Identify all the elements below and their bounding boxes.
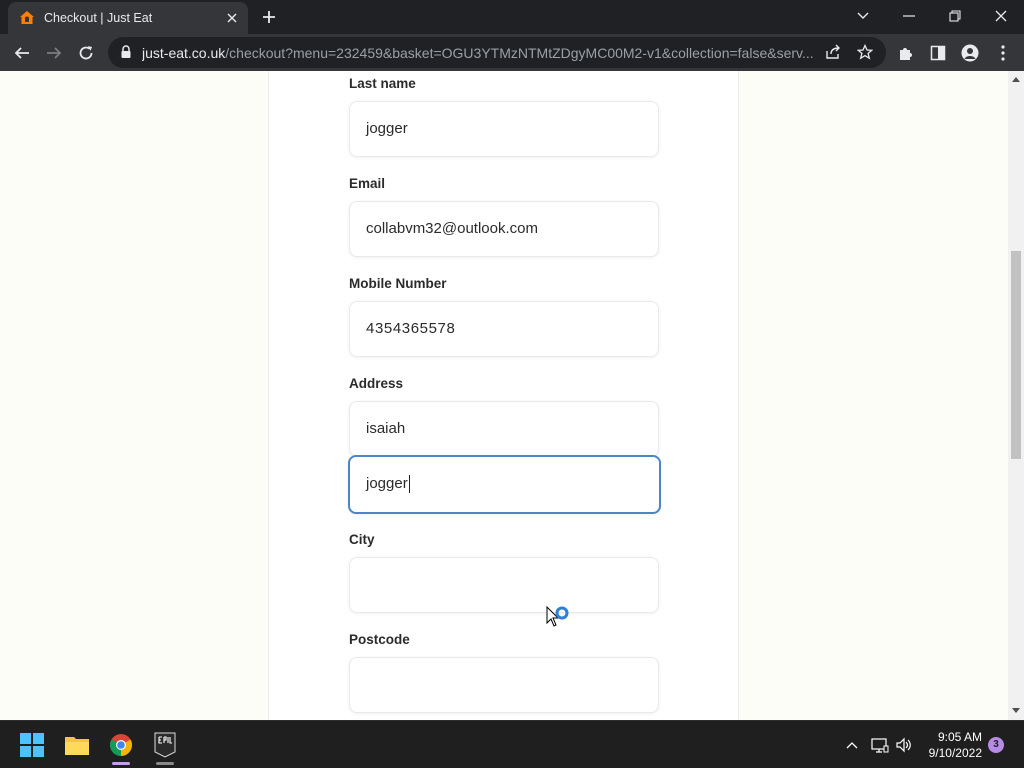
tab-search-chevron-icon[interactable] — [852, 6, 874, 26]
bookmark-star-icon[interactable] — [854, 41, 876, 63]
url-text: just-eat.co.uk/checkout?menu=232459&bask… — [142, 45, 822, 61]
profile-icon[interactable] — [959, 42, 981, 64]
just-eat-favicon-icon — [18, 9, 36, 27]
browser-tab[interactable]: Checkout | Just Eat — [8, 2, 248, 34]
scroll-down-arrow-icon[interactable] — [1012, 708, 1020, 716]
tab-bar: Checkout | Just Eat — [0, 0, 1024, 34]
back-icon[interactable] — [11, 42, 33, 64]
epic-games-icon[interactable] — [151, 731, 179, 759]
url-host: just-eat.co.uk — [142, 45, 226, 61]
windows-start-icon[interactable] — [18, 731, 46, 759]
reload-icon[interactable] — [75, 42, 97, 64]
volume-icon[interactable] — [894, 735, 914, 755]
minimize-icon[interactable] — [898, 6, 920, 26]
city-label: City — [349, 532, 375, 547]
side-panel-icon[interactable] — [927, 42, 949, 64]
close-tab-icon[interactable] — [224, 10, 240, 26]
scroll-up-arrow-icon[interactable] — [1012, 76, 1020, 84]
menu-kebab-icon[interactable] — [992, 42, 1014, 64]
clock-date: 9/10/2022 — [928, 746, 982, 760]
network-icon[interactable] — [870, 735, 890, 755]
tab-title: Checkout | Just Eat — [44, 11, 153, 25]
extensions-icon[interactable] — [895, 42, 917, 64]
show-hidden-icons-chevron-icon[interactable] — [842, 735, 862, 755]
clock-time: 9:05 AM — [937, 730, 982, 744]
address-line2-value: jogger — [366, 475, 408, 492]
busy-cursor-icon — [546, 606, 569, 627]
browser-toolbar: just-eat.co.uk/checkout?menu=232459&bask… — [0, 34, 1024, 71]
chrome-icon[interactable] — [107, 731, 135, 759]
page-content: Last name jogger Email collabvm32@outloo… — [0, 71, 1008, 720]
notification-count-badge[interactable]: 3 — [988, 737, 1004, 753]
address-bar[interactable]: just-eat.co.uk/checkout?menu=232459&bask… — [108, 37, 886, 68]
taskbar: 9:05 AM 9/10/2022 3 — [0, 720, 1024, 768]
address-line1-input[interactable]: isaiah — [349, 401, 659, 457]
last-name-input[interactable]: jogger — [349, 101, 659, 157]
share-icon[interactable] — [822, 41, 844, 63]
file-explorer-icon[interactable] — [63, 731, 91, 759]
postcode-label: Postcode — [349, 632, 410, 647]
close-window-icon[interactable] — [990, 6, 1012, 26]
email-input[interactable]: collabvm32@outlook.com — [349, 201, 659, 257]
new-tab-icon[interactable] — [260, 8, 278, 26]
chrome-active-indicator — [112, 762, 130, 765]
restore-icon[interactable] — [944, 6, 966, 26]
address-label: Address — [349, 376, 404, 391]
forward-icon[interactable] — [43, 42, 65, 64]
lock-icon[interactable] — [120, 45, 132, 59]
postcode-input[interactable] — [349, 657, 659, 713]
mobile-number-label: Mobile Number — [349, 276, 447, 291]
checkout-form-card: Last name jogger Email collabvm32@outloo… — [268, 71, 739, 720]
email-label: Email — [349, 176, 386, 191]
text-caret — [408, 475, 410, 494]
page-scrollbar[interactable] — [1008, 71, 1024, 720]
address-line2-input[interactable]: jogger — [348, 455, 661, 514]
last-name-label: Last name — [349, 76, 416, 91]
mobile-number-input[interactable]: 4354365578 — [349, 301, 659, 357]
city-input[interactable] — [349, 557, 659, 613]
system-clock[interactable]: 9:05 AM 9/10/2022 — [912, 729, 982, 761]
epic-running-indicator — [156, 762, 174, 765]
url-path: /checkout?menu=232459&basket=OGU3YTMzNTM… — [225, 45, 814, 61]
scrollbar-thumb[interactable] — [1011, 251, 1021, 459]
